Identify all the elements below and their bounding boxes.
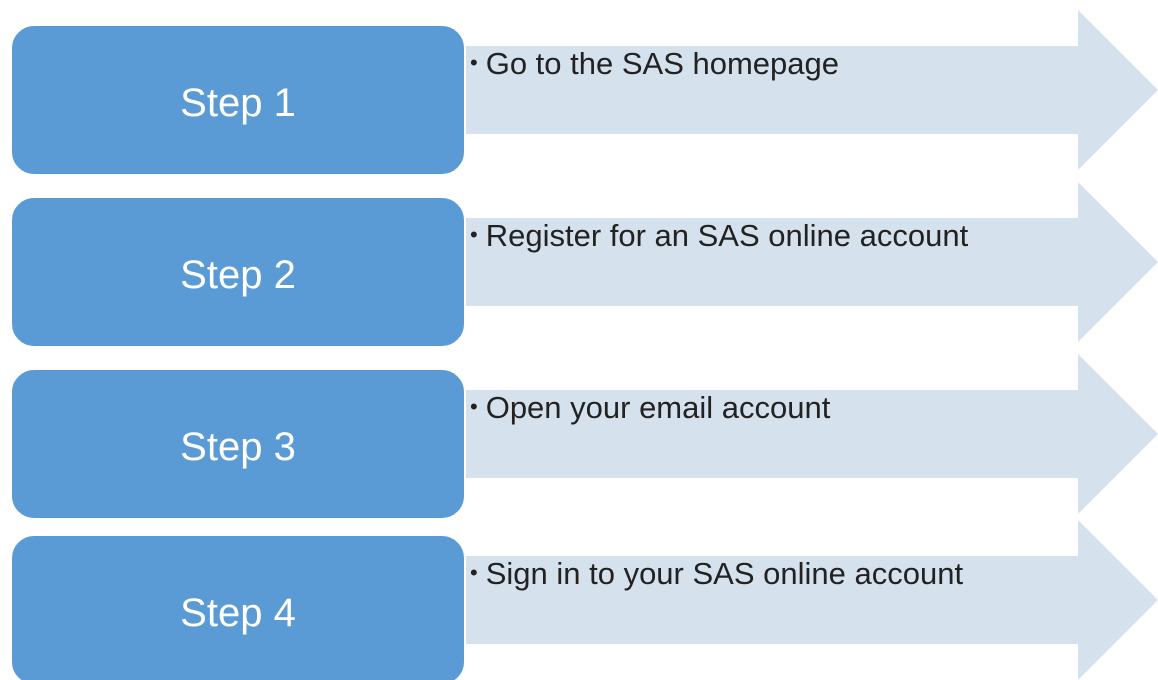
bullet-icon: • <box>470 560 478 585</box>
step-2-arrow <box>440 182 1158 342</box>
step-1-description: • Go to the SAS homepage <box>470 48 839 79</box>
step-4-arrow <box>440 520 1158 680</box>
step-4-description: • Sign in to your SAS online account <box>470 558 963 589</box>
step-4-box: Step 4 <box>10 534 466 680</box>
step-1-box: Step 1 <box>10 24 466 176</box>
step-4-description-text: Sign in to your SAS online account <box>485 556 964 591</box>
step-row-1: Step 1 • Go to the SAS homepage <box>0 10 1158 176</box>
step-2-box: Step 2 <box>10 196 466 348</box>
bullet-icon: • <box>470 394 478 419</box>
step-2-description-text: Register for an SAS online account <box>485 218 969 253</box>
step-3-box: Step 3 <box>10 368 466 520</box>
step-4-label: Step 4 <box>180 591 296 635</box>
step-3-description-text: Open your email account <box>485 390 831 425</box>
process-steps-diagram: Step 1 • Go to the SAS homepage Step 2 • R… <box>0 0 1158 680</box>
step-3-description: • Open your email account <box>470 392 830 423</box>
step-2-description: • Register for an SAS online account <box>470 220 968 251</box>
step-row-3: Step 3 • Open your email account <box>0 354 1158 520</box>
step-row-4: Step 4 • Sign in to your SAS online accou… <box>0 520 1158 680</box>
step-3-arrow <box>440 354 1158 514</box>
step-2-label: Step 2 <box>180 253 296 297</box>
step-1-label: Step 1 <box>180 81 296 125</box>
step-row-2: Step 2 • Register for an SAS online accou… <box>0 182 1158 348</box>
step-3-label: Step 3 <box>180 425 296 469</box>
step-1-description-text: Go to the SAS homepage <box>485 46 839 81</box>
bullet-icon: • <box>470 222 478 247</box>
bullet-icon: • <box>470 50 478 75</box>
step-1-arrow <box>440 10 1158 170</box>
